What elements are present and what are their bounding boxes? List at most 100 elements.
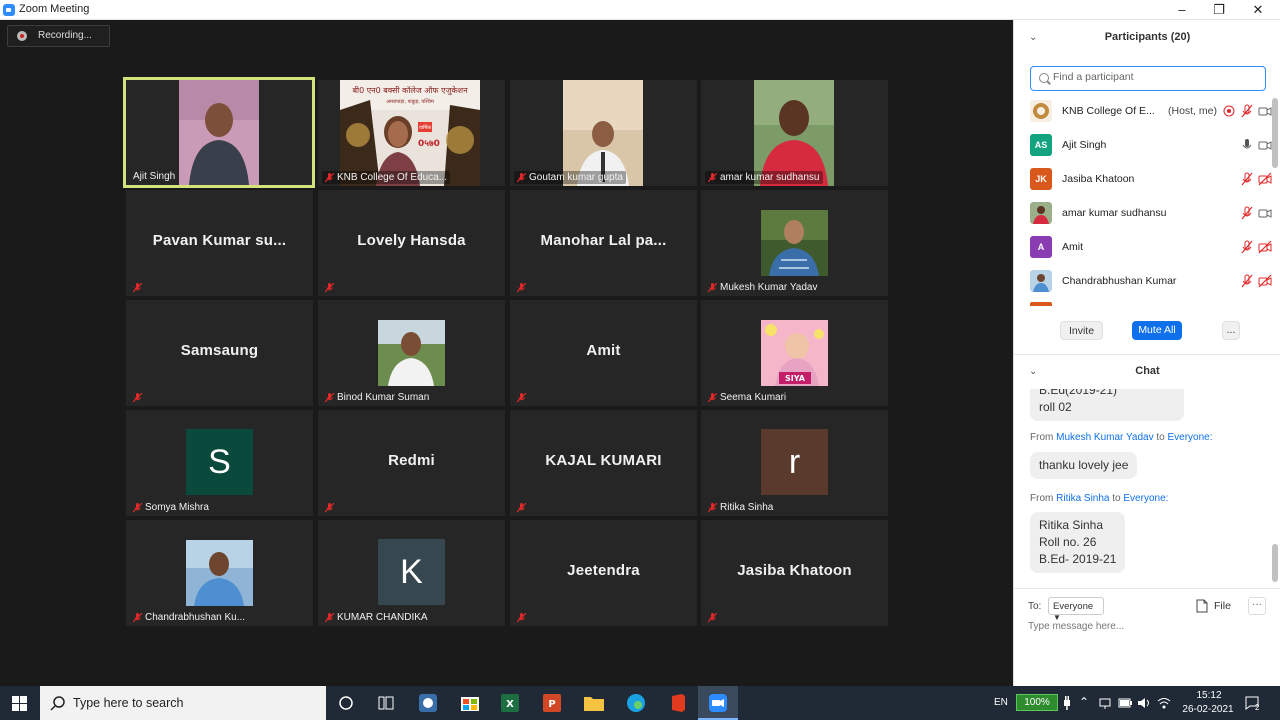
store-icon[interactable] <box>450 686 490 720</box>
video-on-icon[interactable] <box>1258 138 1272 152</box>
video-tile-pavan-kumar[interactable]: Pavan Kumar su... <box>126 190 313 296</box>
recipient-name[interactable]: Everyone: <box>1168 432 1213 443</box>
mic-muted-icon <box>133 612 142 623</box>
participants-scrollbar[interactable] <box>1272 98 1278 168</box>
video-tile-manohar-lal[interactable]: Manohar Lal pa... <box>510 190 697 296</box>
close-button[interactable]: ✕ <box>1239 0 1277 20</box>
app-icon[interactable] <box>408 686 448 720</box>
recording-label: Recording... <box>38 30 92 41</box>
video-tile-ritika-sinha[interactable]: r Ritika Sinha <box>701 410 888 516</box>
file-button[interactable]: File <box>1214 600 1231 612</box>
invite-button[interactable]: Invite <box>1060 321 1103 340</box>
mic-muted-icon[interactable] <box>1240 172 1254 186</box>
video-tile-goutam-kumar-gupta[interactable]: Goutam kumar gupta <box>510 80 697 186</box>
video-tile-samsaung[interactable]: Samsaung <box>126 300 313 406</box>
video-tile-kumar-chandika[interactable]: K KUMAR CHANDIKA <box>318 520 505 626</box>
participant-name-label: Ajit Singh <box>133 171 176 182</box>
video-tile-somya-mishra[interactable]: S Somya Mishra <box>126 410 313 516</box>
participant-display-name: Jeetendra <box>567 562 640 579</box>
battery-icon[interactable] <box>1118 697 1132 709</box>
minimize-button[interactable]: – <box>1163 0 1201 20</box>
powerpoint-icon[interactable]: P <box>532 686 572 720</box>
avatar: AS <box>1030 134 1052 156</box>
mic-muted-icon[interactable] <box>1240 206 1254 220</box>
profile-picture: SIYA <box>761 320 828 386</box>
participant-display-name: Samsaung <box>180 342 259 359</box>
taskbar-search[interactable]: Type here to search <box>40 686 326 720</box>
participant-name: Jasiba Khatoon <box>1062 173 1135 185</box>
side-panel: ⌄ Participants (20) KNB College Of E... … <box>1013 20 1280 686</box>
video-tile-chandrabhushan[interactable]: Chandrabhushan Ku... <box>126 520 313 626</box>
notification-count: 2 <box>1255 703 1260 712</box>
video-off-icon[interactable] <box>1258 172 1272 186</box>
message-line: Roll no. 26 <box>1039 535 1097 549</box>
chat-recipient-row: To: Everyone ▼ File ··· <box>1028 597 1268 622</box>
participant-row[interactable]: A Amit <box>1030 232 1272 266</box>
participant-row[interactable]: amar kumar sudhansu <box>1030 198 1272 232</box>
recipient-name[interactable]: Everyone: <box>1123 493 1168 504</box>
task-view-icon[interactable] <box>366 686 406 720</box>
video-tile-jeetendra[interactable]: Jeetendra <box>510 520 697 626</box>
video-tile-knb-college[interactable]: बी0 एन0 बक्सी कॉलेज ऑफ एजुकेशन अमरापाड़ा… <box>318 80 505 186</box>
video-tile-redmi[interactable]: Redmi <box>318 410 505 516</box>
file-icon[interactable] <box>1196 599 1208 613</box>
recording-indicator[interactable]: Recording... <box>7 25 110 47</box>
file-explorer-icon[interactable] <box>574 686 614 720</box>
video-tile-ajit-singh[interactable]: Ajit Singh <box>123 77 315 188</box>
network-share-icon[interactable] <box>1098 696 1112 710</box>
chat-message-input[interactable] <box>1028 621 1266 632</box>
maximize-button[interactable]: ❐ <box>1200 0 1238 20</box>
edge-icon[interactable] <box>616 686 656 720</box>
video-tile-amar-kumar-sudhansu[interactable]: amar kumar sudhansu <box>701 80 888 186</box>
windows-start-icon[interactable] <box>12 696 27 711</box>
participant-row[interactable]: KNB College Of E... (Host, me) <box>1030 96 1272 130</box>
video-off-icon[interactable] <box>1258 240 1272 254</box>
participant-row[interactable]: AS Ajit Singh <box>1030 130 1272 164</box>
participant-search-input[interactable] <box>1053 71 1253 83</box>
sender-name[interactable]: Ritika Sinha <box>1056 493 1109 504</box>
mic-muted-icon[interactable] <box>1240 240 1254 254</box>
battery-indicator[interactable]: 100% <box>1016 694 1058 711</box>
mic-muted-icon <box>517 283 526 293</box>
video-tile-jasiba-khatoon[interactable]: Jasiba Khatoon <box>701 520 888 626</box>
mic-muted-icon[interactable] <box>1240 104 1254 118</box>
participant-search[interactable] <box>1030 66 1266 91</box>
volume-icon[interactable] <box>1137 696 1151 710</box>
video-on-icon[interactable] <box>1258 104 1272 118</box>
mic-muted-icon <box>325 392 334 403</box>
cortana-icon[interactable] <box>326 686 366 720</box>
chat-header: ⌄ Chat <box>1014 354 1280 390</box>
mic-muted-icon <box>133 502 142 513</box>
language-indicator[interactable]: EN <box>994 697 1008 720</box>
mute-all-button[interactable]: Mute All <box>1132 321 1182 340</box>
participant-list: KNB College Of E... (Host, me) AS Ajit S… <box>1014 96 1272 306</box>
chat-more-button[interactable]: ··· <box>1248 597 1266 615</box>
participant-row[interactable]: JK Jasiba Khatoon <box>1030 164 1272 198</box>
video-tile-kajal-kumari[interactable]: KAJAL KUMARI <box>510 410 697 516</box>
participant-name-label <box>705 612 720 624</box>
clock-date[interactable]: 26-02-2021 <box>1180 704 1236 720</box>
video-tile-lovely-hansda[interactable]: Lovely Hansda <box>318 190 505 296</box>
video-on-icon[interactable] <box>1258 206 1272 220</box>
video-off-icon[interactable] <box>1258 274 1272 288</box>
chat-scrollbar[interactable] <box>1272 544 1278 582</box>
video-tile-amit[interactable]: Amit <box>510 300 697 406</box>
profile-picture <box>761 210 828 276</box>
zoom-taskbar-button[interactable] <box>698 686 738 720</box>
excel-icon[interactable]: X <box>490 686 530 720</box>
video-tile-seema-kumari[interactable]: SIYA Seema Kumari <box>701 300 888 406</box>
mic-muted-icon[interactable] <box>1240 274 1254 288</box>
participant-role: (Host, me) <box>1168 105 1218 117</box>
chevron-up-icon[interactable]: ⌃ <box>1079 695 1089 720</box>
sender-name[interactable]: Mukesh Kumar Yadav <box>1056 432 1153 443</box>
wifi-icon[interactable] <box>1157 696 1171 710</box>
video-tile-binod-kumar-suman[interactable]: Binod Kumar Suman <box>318 300 505 406</box>
more-options-button[interactable]: ... <box>1222 321 1240 340</box>
mic-muted-icon <box>133 393 142 403</box>
video-tile-mukesh-kumar-yadav[interactable]: Mukesh Kumar Yadav <box>701 190 888 296</box>
mic-on-icon[interactable] <box>1240 138 1254 152</box>
participant-row[interactable]: Chandrabhushan Kumar <box>1030 266 1272 300</box>
participant-name-label <box>514 502 529 514</box>
recipient-dropdown[interactable]: Everyone ▼ <box>1048 597 1104 622</box>
office-icon[interactable] <box>658 686 698 720</box>
